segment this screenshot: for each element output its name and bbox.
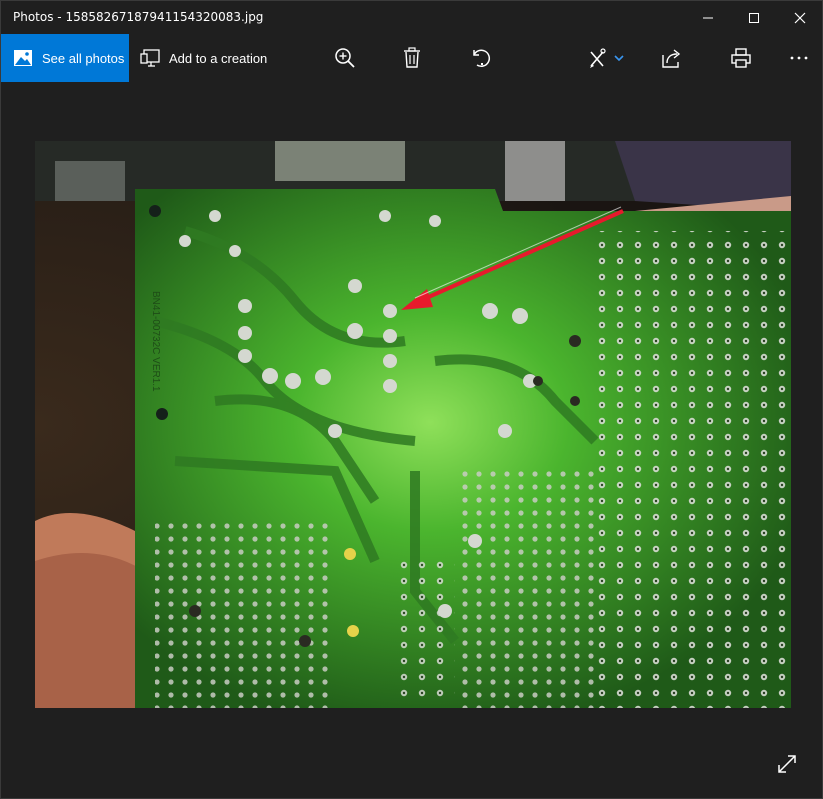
delete-button[interactable] [390, 34, 434, 82]
see-all-photos-label: See all photos [42, 50, 125, 66]
close-button[interactable] [777, 1, 823, 34]
delete-icon [404, 47, 420, 68]
zoom-button[interactable] [323, 34, 367, 82]
minimize-icon [703, 17, 713, 18]
pcb-photo: BN41-00732C VER1.1 [35, 141, 791, 708]
edit-create-icon [590, 48, 606, 68]
add-to-creation-button[interactable]: Add to a creation [139, 34, 267, 82]
more-icon [790, 56, 808, 60]
photo-gallery-icon [14, 50, 32, 66]
photos-window: Photos - 15858267187941154320083.jpg See… [0, 0, 823, 799]
board-label: BN41-00732C VER1.1 [150, 291, 161, 392]
title-bar[interactable]: Photos - 15858267187941154320083.jpg [1, 1, 822, 34]
minimize-button[interactable] [685, 1, 731, 34]
print-icon [731, 48, 751, 68]
share-icon [662, 49, 681, 68]
maximize-button[interactable] [731, 1, 777, 34]
print-button[interactable] [719, 34, 763, 82]
add-to-creation-label: Add to a creation [169, 50, 268, 66]
expand-icon [778, 755, 796, 773]
toolbar: See all photos Add to a creation [1, 34, 822, 82]
add-creation-icon [140, 49, 160, 67]
close-icon [794, 12, 806, 23]
more-button[interactable] [777, 34, 821, 82]
see-all-photos-button[interactable]: See all photos [1, 34, 129, 82]
chevron-down-icon [614, 55, 624, 62]
window-title: Photos - 15858267187941154320083.jpg [13, 10, 264, 24]
maximize-icon [749, 12, 759, 23]
rotate-button[interactable] [459, 34, 503, 82]
photo-viewer-image[interactable]: BN41-00732C VER1.1 [35, 141, 791, 708]
rotate-icon [473, 49, 490, 68]
share-button[interactable] [650, 34, 694, 82]
edit-create-button[interactable] [579, 34, 633, 82]
zoom-in-icon [335, 48, 355, 68]
full-screen-button[interactable] [767, 744, 807, 784]
